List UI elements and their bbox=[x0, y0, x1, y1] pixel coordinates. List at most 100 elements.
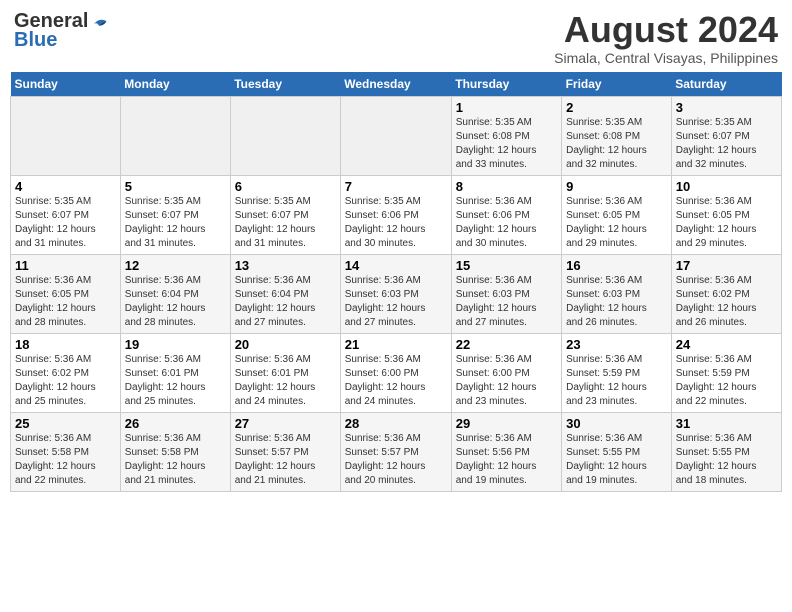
day-info: Sunrise: 5:35 AM Sunset: 6:07 PM Dayligh… bbox=[235, 195, 336, 251]
day-number: 11 bbox=[15, 258, 116, 273]
weekday-header-saturday: Saturday bbox=[671, 72, 781, 97]
calendar-cell: 30Sunrise: 5:36 AM Sunset: 5:55 PM Dayli… bbox=[562, 412, 672, 491]
calendar-cell: 22Sunrise: 5:36 AM Sunset: 6:00 PM Dayli… bbox=[451, 333, 561, 412]
day-number: 10 bbox=[676, 179, 777, 194]
day-info: Sunrise: 5:36 AM Sunset: 6:01 PM Dayligh… bbox=[125, 353, 226, 409]
day-number: 4 bbox=[15, 179, 116, 194]
calendar-cell: 9Sunrise: 5:36 AM Sunset: 6:05 PM Daylig… bbox=[562, 175, 672, 254]
day-number: 6 bbox=[235, 179, 336, 194]
calendar-cell: 29Sunrise: 5:36 AM Sunset: 5:56 PM Dayli… bbox=[451, 412, 561, 491]
day-number: 27 bbox=[235, 416, 336, 431]
calendar-cell: 21Sunrise: 5:36 AM Sunset: 6:00 PM Dayli… bbox=[340, 333, 451, 412]
day-number: 16 bbox=[566, 258, 667, 273]
calendar-cell: 17Sunrise: 5:36 AM Sunset: 6:02 PM Dayli… bbox=[671, 254, 781, 333]
calendar-cell: 4Sunrise: 5:35 AM Sunset: 6:07 PM Daylig… bbox=[11, 175, 121, 254]
day-info: Sunrise: 5:36 AM Sunset: 6:01 PM Dayligh… bbox=[235, 353, 336, 409]
weekday-header-row: SundayMondayTuesdayWednesdayThursdayFrid… bbox=[11, 72, 782, 97]
day-info: Sunrise: 5:36 AM Sunset: 5:55 PM Dayligh… bbox=[566, 432, 667, 488]
calendar-cell bbox=[230, 96, 340, 175]
day-info: Sunrise: 5:36 AM Sunset: 5:58 PM Dayligh… bbox=[15, 432, 116, 488]
calendar-cell bbox=[120, 96, 230, 175]
day-number: 9 bbox=[566, 179, 667, 194]
day-info: Sunrise: 5:36 AM Sunset: 5:59 PM Dayligh… bbox=[566, 353, 667, 409]
calendar-cell: 14Sunrise: 5:36 AM Sunset: 6:03 PM Dayli… bbox=[340, 254, 451, 333]
day-number: 3 bbox=[676, 100, 777, 115]
calendar-cell: 3Sunrise: 5:35 AM Sunset: 6:07 PM Daylig… bbox=[671, 96, 781, 175]
weekday-header-friday: Friday bbox=[562, 72, 672, 97]
calendar-cell: 20Sunrise: 5:36 AM Sunset: 6:01 PM Dayli… bbox=[230, 333, 340, 412]
calendar-title: August 2024 bbox=[554, 10, 778, 50]
week-row-1: 1 Sunrise: 5:35 AM Sunset: 6:08 PM Daylig… bbox=[11, 96, 782, 175]
calendar-cell bbox=[340, 96, 451, 175]
day-info: Sunrise: 5:36 AM Sunset: 6:05 PM Dayligh… bbox=[566, 195, 667, 251]
day-info: Sunrise: 5:36 AM Sunset: 6:02 PM Dayligh… bbox=[15, 353, 116, 409]
day-number: 8 bbox=[456, 179, 557, 194]
calendar-cell: 27Sunrise: 5:36 AM Sunset: 5:57 PM Dayli… bbox=[230, 412, 340, 491]
calendar-cell: 6Sunrise: 5:35 AM Sunset: 6:07 PM Daylig… bbox=[230, 175, 340, 254]
day-info: Sunrise: 5:35 AM Sunset: 6:07 PM Dayligh… bbox=[125, 195, 226, 251]
calendar-cell: 12Sunrise: 5:36 AM Sunset: 6:04 PM Dayli… bbox=[120, 254, 230, 333]
day-info: Sunrise: 5:36 AM Sunset: 6:04 PM Dayligh… bbox=[125, 274, 226, 330]
day-number: 7 bbox=[345, 179, 447, 194]
calendar-table: SundayMondayTuesdayWednesdayThursdayFrid… bbox=[10, 72, 782, 492]
week-row-4: 18Sunrise: 5:36 AM Sunset: 6:02 PM Dayli… bbox=[11, 333, 782, 412]
day-info: Sunrise: 5:36 AM Sunset: 6:02 PM Dayligh… bbox=[676, 274, 777, 330]
day-info: Sunrise: 5:36 AM Sunset: 5:59 PM Dayligh… bbox=[676, 353, 777, 409]
weekday-header-tuesday: Tuesday bbox=[230, 72, 340, 97]
day-info: Sunrise: 5:36 AM Sunset: 6:00 PM Dayligh… bbox=[456, 353, 557, 409]
day-number: 25 bbox=[15, 416, 116, 431]
day-info: Sunrise: 5:35 AM Sunset: 6:08 PM Dayligh… bbox=[566, 116, 667, 172]
day-number: 2 bbox=[566, 100, 667, 115]
day-number: 14 bbox=[345, 258, 447, 273]
calendar-cell: 18Sunrise: 5:36 AM Sunset: 6:02 PM Dayli… bbox=[11, 333, 121, 412]
weekday-header-wednesday: Wednesday bbox=[340, 72, 451, 97]
day-info: Sunrise: 5:35 AM Sunset: 6:06 PM Dayligh… bbox=[345, 195, 447, 251]
calendar-cell bbox=[11, 96, 121, 175]
day-number: 28 bbox=[345, 416, 447, 431]
weekday-header-sunday: Sunday bbox=[11, 72, 121, 97]
calendar-cell: 13Sunrise: 5:36 AM Sunset: 6:04 PM Dayli… bbox=[230, 254, 340, 333]
week-row-3: 11Sunrise: 5:36 AM Sunset: 6:05 PM Dayli… bbox=[11, 254, 782, 333]
day-number: 30 bbox=[566, 416, 667, 431]
logo-blue: Blue bbox=[14, 29, 57, 52]
day-info: Sunrise: 5:36 AM Sunset: 5:56 PM Dayligh… bbox=[456, 432, 557, 488]
calendar-cell: 23Sunrise: 5:36 AM Sunset: 5:59 PM Dayli… bbox=[562, 333, 672, 412]
day-info: Sunrise: 5:36 AM Sunset: 6:06 PM Dayligh… bbox=[456, 195, 557, 251]
day-info: Sunrise: 5:36 AM Sunset: 6:03 PM Dayligh… bbox=[566, 274, 667, 330]
day-info: Sunrise: 5:36 AM Sunset: 5:58 PM Dayligh… bbox=[125, 432, 226, 488]
day-number: 31 bbox=[676, 416, 777, 431]
day-info: Sunrise: 5:36 AM Sunset: 6:00 PM Dayligh… bbox=[345, 353, 447, 409]
calendar-cell: 15Sunrise: 5:36 AM Sunset: 6:03 PM Dayli… bbox=[451, 254, 561, 333]
calendar-cell: 10Sunrise: 5:36 AM Sunset: 6:05 PM Dayli… bbox=[671, 175, 781, 254]
logo-bird-icon bbox=[90, 15, 108, 29]
day-info: Sunrise: 5:36 AM Sunset: 5:55 PM Dayligh… bbox=[676, 432, 777, 488]
day-number: 21 bbox=[345, 337, 447, 352]
calendar-cell: 26Sunrise: 5:36 AM Sunset: 5:58 PM Dayli… bbox=[120, 412, 230, 491]
day-info: Sunrise: 5:36 AM Sunset: 6:05 PM Dayligh… bbox=[676, 195, 777, 251]
calendar-cell: 5Sunrise: 5:35 AM Sunset: 6:07 PM Daylig… bbox=[120, 175, 230, 254]
calendar-cell: 24Sunrise: 5:36 AM Sunset: 5:59 PM Dayli… bbox=[671, 333, 781, 412]
calendar-cell: 28Sunrise: 5:36 AM Sunset: 5:57 PM Dayli… bbox=[340, 412, 451, 491]
calendar-cell: 16Sunrise: 5:36 AM Sunset: 6:03 PM Dayli… bbox=[562, 254, 672, 333]
day-info: Sunrise: 5:36 AM Sunset: 5:57 PM Dayligh… bbox=[235, 432, 336, 488]
day-number: 26 bbox=[125, 416, 226, 431]
day-info: Sunrise: 5:36 AM Sunset: 5:57 PM Dayligh… bbox=[345, 432, 447, 488]
day-number: 29 bbox=[456, 416, 557, 431]
calendar-cell: 8Sunrise: 5:36 AM Sunset: 6:06 PM Daylig… bbox=[451, 175, 561, 254]
day-number: 5 bbox=[125, 179, 226, 194]
day-info: Sunrise: 5:36 AM Sunset: 6:04 PM Dayligh… bbox=[235, 274, 336, 330]
calendar-cell: 11Sunrise: 5:36 AM Sunset: 6:05 PM Dayli… bbox=[11, 254, 121, 333]
day-info: Sunrise: 5:36 AM Sunset: 6:03 PM Dayligh… bbox=[345, 274, 447, 330]
day-number: 22 bbox=[456, 337, 557, 352]
day-number: 24 bbox=[676, 337, 777, 352]
weekday-header-thursday: Thursday bbox=[451, 72, 561, 97]
calendar-cell: 31Sunrise: 5:36 AM Sunset: 5:55 PM Dayli… bbox=[671, 412, 781, 491]
calendar-cell: 25Sunrise: 5:36 AM Sunset: 5:58 PM Dayli… bbox=[11, 412, 121, 491]
title-block: August 2024 Simala, Central Visayas, Phi… bbox=[554, 10, 778, 66]
day-number: 20 bbox=[235, 337, 336, 352]
day-number: 1 bbox=[456, 100, 557, 115]
day-number: 17 bbox=[676, 258, 777, 273]
day-info: Sunrise: 5:36 AM Sunset: 6:03 PM Dayligh… bbox=[456, 274, 557, 330]
calendar-subtitle: Simala, Central Visayas, Philippines bbox=[554, 50, 778, 66]
page-header: General Blue August 2024 Simala, Central… bbox=[10, 10, 782, 66]
